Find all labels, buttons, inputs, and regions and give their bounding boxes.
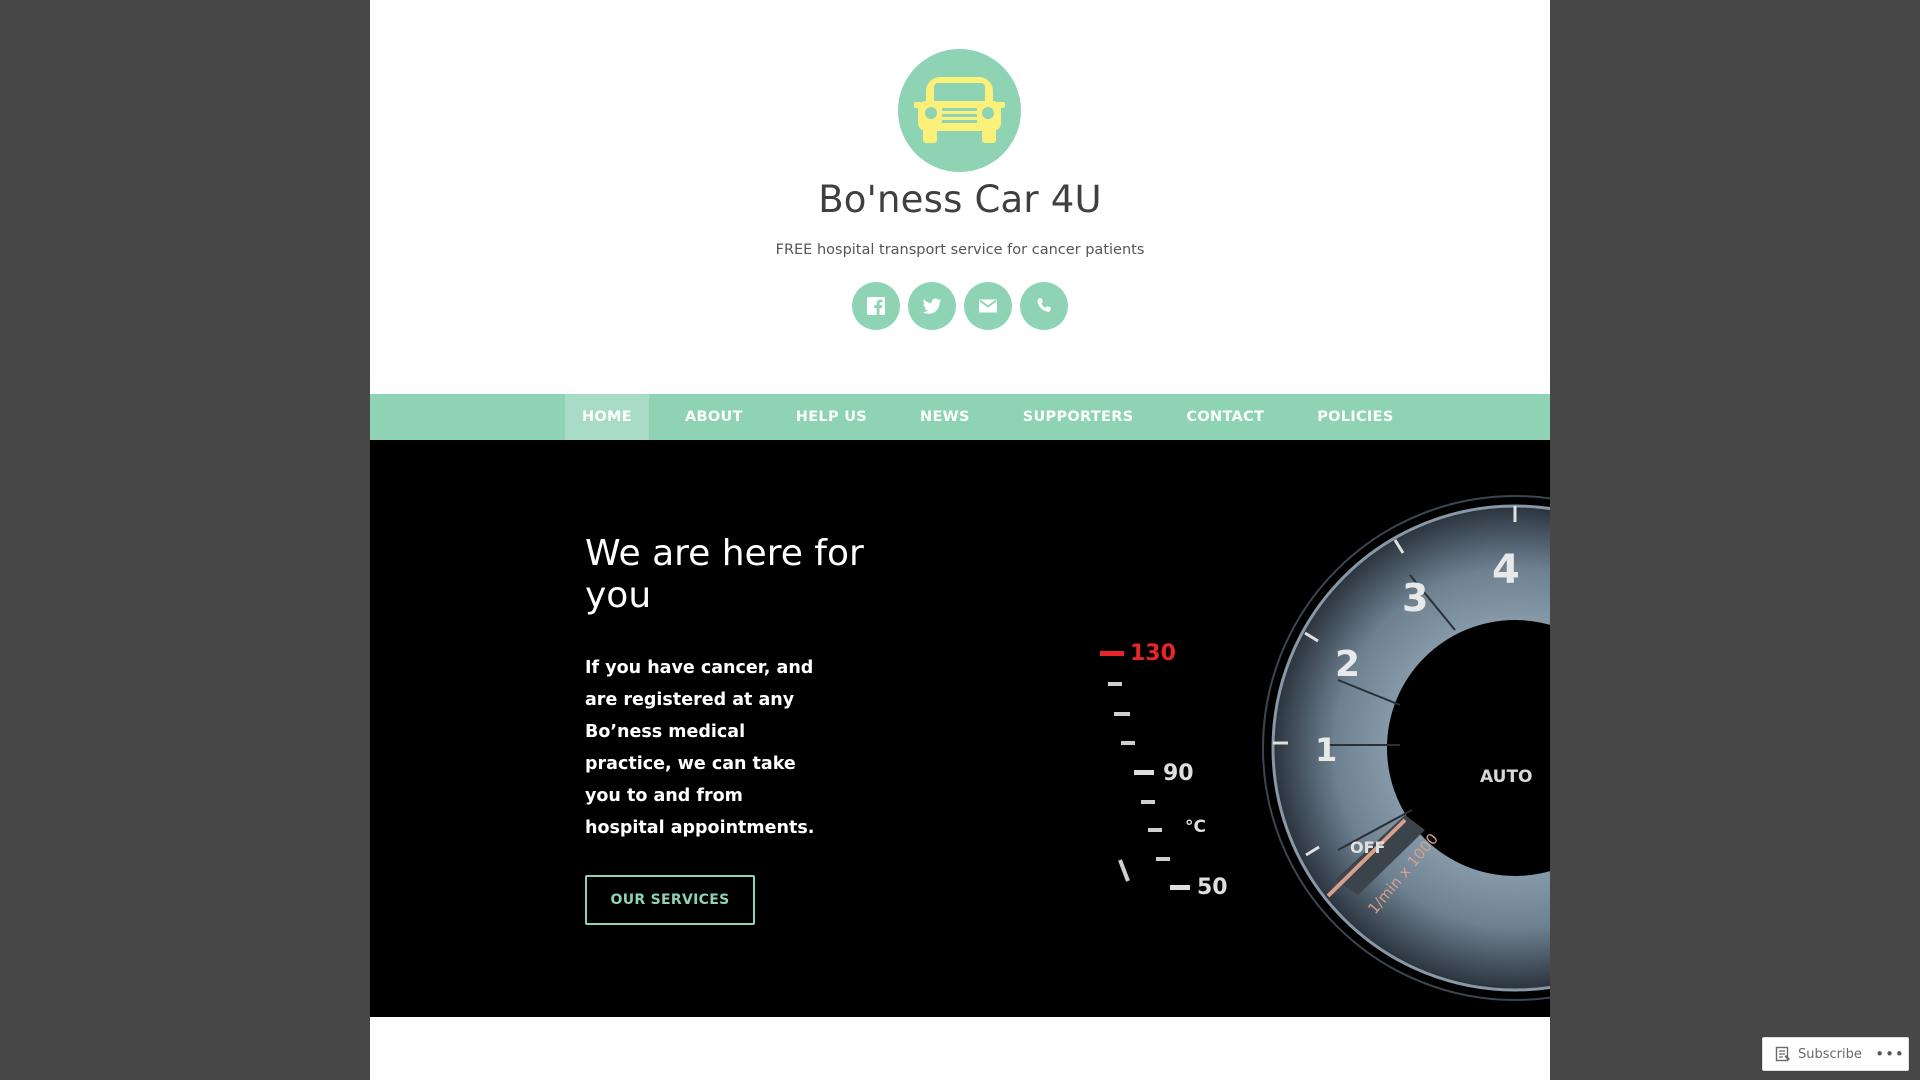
site-header: Bo'ness Car 4U FREE hospital transport s… <box>370 0 1550 394</box>
nav-item-news[interactable]: NEWS <box>903 394 987 440</box>
temperature-scale: 130 90 50 °C <box>1100 641 1228 900</box>
site-tagline: FREE hospital transport service for canc… <box>775 242 1145 258</box>
site-logo[interactable] <box>898 49 1021 172</box>
rpm-label-2: 2 <box>1335 644 1360 685</box>
nav-item-policies[interactable]: POLICIES <box>1300 394 1410 440</box>
nav-item-supporters[interactable]: SUPPORTERS <box>1006 394 1151 440</box>
nav-item-home[interactable]: HOME <box>565 394 649 440</box>
dashboard-gauge-image: 130 90 50 °C 1 2 3 4 OFF AUTO 1/min x 10… <box>1100 495 1550 1001</box>
nav-menu: HOME ABOUT HELP US NEWS SUPPORTERS CONTA… <box>565 394 1430 440</box>
nav-item-contact[interactable]: CONTACT <box>1169 394 1281 440</box>
rpm-label-3: 3 <box>1402 576 1428 620</box>
email-button[interactable] <box>964 282 1012 330</box>
nav-item-about[interactable]: ABOUT <box>668 394 760 440</box>
subscribe-button[interactable]: Subscribe <box>1763 1038 1862 1070</box>
social-links <box>852 282 1068 330</box>
facebook-button[interactable] <box>852 282 900 330</box>
twitter-icon <box>922 298 942 314</box>
email-icon <box>979 299 997 313</box>
tachometer: 1 2 3 4 OFF AUTO 1/min x 1000 <box>1262 495 1550 1001</box>
temp-label-130: 130 <box>1130 641 1176 666</box>
site-title-link[interactable]: Bo'ness Car 4U <box>818 178 1102 221</box>
phone-icon <box>1037 298 1051 312</box>
rpm-label-1: 1 <box>1315 731 1337 769</box>
car-icon <box>914 77 1005 143</box>
nav-item-help-us[interactable]: HELP US <box>779 394 884 440</box>
off-label: OFF <box>1350 838 1385 857</box>
hero-description: If you have cancer, and are registered a… <box>585 658 815 838</box>
temp-unit-label: °C <box>1185 817 1206 837</box>
site-title[interactable]: Bo'ness Car 4U <box>370 178 1550 221</box>
hero-title: We are here for you <box>585 533 864 616</box>
subscribe-bar: Subscribe ••• <box>1762 1037 1909 1071</box>
phone-button[interactable] <box>1020 282 1068 330</box>
page-container: Bo'ness Car 4U FREE hospital transport s… <box>370 0 1550 1080</box>
twitter-button[interactable] <box>908 282 956 330</box>
our-services-button[interactable]: OUR SERVICES <box>585 875 755 925</box>
rpm-label-4: 4 <box>1492 547 1520 593</box>
more-options-button[interactable]: ••• <box>1875 1038 1904 1070</box>
facebook-icon <box>867 297 885 315</box>
subscribe-label: Subscribe <box>1798 1046 1862 1062</box>
temp-label-90: 90 <box>1163 761 1194 786</box>
main-navigation: HOME ABOUT HELP US NEWS SUPPORTERS CONTA… <box>370 394 1550 440</box>
auto-label: AUTO <box>1480 767 1533 787</box>
reader-icon <box>1775 1046 1790 1062</box>
hero-section: 130 90 50 °C 1 2 3 4 OFF AUTO 1/min x 10… <box>370 440 1550 1017</box>
temp-label-50: 50 <box>1197 875 1228 900</box>
